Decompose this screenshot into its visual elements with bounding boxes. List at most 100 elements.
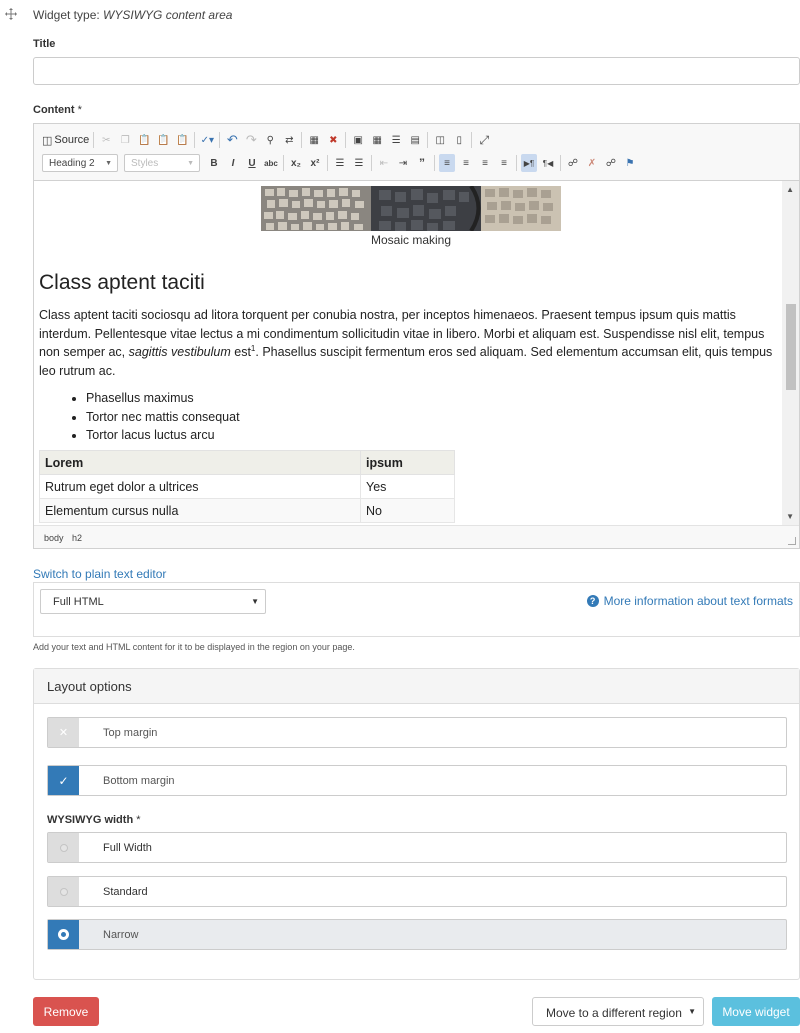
show-blocks-icon[interactable]: ◫ — [432, 131, 448, 149]
region-select[interactable]: Move to a different region ▼ — [532, 997, 704, 1026]
toolbar-row-2: Heading 2 ▼ Styles ▼ B I U abc x₂ x² ☰ ☰ ⇤… — [42, 153, 641, 173]
outdent-icon[interactable]: ⇤ — [376, 154, 392, 172]
paste-word-icon[interactable]: 📋 — [174, 131, 190, 149]
editor-toolbar: ◫ Source ✂ ❐ 📋 📋 📋 ✓▾ ↶ ↷ ⚲ ⇄ ▦ ✖ ▣ ▦ ☰ ▤… — [34, 124, 799, 181]
replace-icon[interactable]: ⇄ — [281, 131, 297, 149]
bottom-margin-label: Bottom margin — [103, 775, 175, 787]
template-icon[interactable]: ▤ — [407, 131, 423, 149]
ltr-icon[interactable]: ▶¶ — [521, 154, 537, 172]
redo-icon[interactable]: ↷ — [243, 131, 259, 149]
top-margin-toggle[interactable]: ✕ Top margin — [47, 717, 787, 748]
table-header: Lorem — [39, 450, 361, 475]
width-option-standard[interactable]: Standard — [47, 876, 787, 907]
image-icon[interactable]: ▣ — [350, 131, 366, 149]
select-all-icon[interactable]: ▦ — [306, 131, 322, 149]
styles-combo[interactable]: Styles ▼ — [124, 154, 200, 172]
align-center-icon[interactable]: ≡ — [458, 154, 474, 172]
italic-icon[interactable]: I — [225, 154, 241, 172]
bottom-margin-toggle[interactable]: ✓ Bottom margin — [47, 765, 787, 796]
paste-text-icon[interactable]: 📋 — [155, 131, 171, 149]
blockquote-icon[interactable]: ” — [414, 154, 430, 172]
check-icon: ✓ — [58, 773, 69, 788]
paste-icon[interactable]: 📋 — [136, 131, 152, 149]
move-arrows-icon[interactable] — [5, 8, 17, 22]
toolbar-separator — [471, 132, 473, 148]
list-item: Phasellus maximus — [86, 389, 240, 408]
toolbar-separator — [327, 155, 328, 171]
scroll-down-arrow-icon[interactable]: ▼ — [786, 512, 794, 521]
rtl-icon[interactable]: ¶◀ — [540, 154, 556, 172]
toolbar-separator — [301, 132, 303, 148]
width-option-narrow[interactable]: Narrow — [47, 919, 787, 950]
content-help-text: Add your text and HTML content for it to… — [33, 642, 355, 652]
table-icon[interactable]: ▦ — [369, 131, 385, 149]
table-row: Rutrum eget dolor a ultrices Yes — [39, 474, 455, 499]
checked-box: ✓ — [48, 766, 79, 795]
remove-button[interactable]: Remove — [33, 997, 99, 1026]
remove-format-icon[interactable]: ✖ — [325, 131, 341, 149]
cut-icon[interactable]: ✂ — [98, 131, 114, 149]
preview-icon[interactable]: ▯ — [451, 131, 467, 149]
title-label: Title — [33, 38, 56, 50]
strikethrough-icon[interactable]: abc — [263, 154, 279, 172]
layout-options-heading: Layout options — [34, 669, 799, 704]
width-option-label: Standard — [103, 886, 148, 898]
text-format-box: Full HTML ▼ ? More information about text… — [33, 582, 800, 637]
chevron-down-icon: ▼ — [251, 597, 259, 606]
scroll-up-arrow-icon[interactable]: ▲ — [786, 185, 794, 194]
numbered-list-icon[interactable]: ☰ — [332, 154, 348, 172]
link-icon[interactable]: ☍ — [565, 154, 581, 172]
move-widget-button[interactable]: Move widget — [712, 997, 800, 1026]
unlink-icon[interactable]: ✗ — [584, 154, 600, 172]
horizontal-rule-icon[interactable]: ☰ — [388, 131, 404, 149]
text-format-select[interactable]: Full HTML ▼ — [40, 589, 266, 614]
justify-icon[interactable]: ≡ — [496, 154, 512, 172]
undo-icon[interactable]: ↶ — [224, 131, 240, 149]
maximize-icon[interactable]: ⤢ — [476, 131, 492, 149]
spellcheck-icon[interactable]: ✓▾ — [199, 131, 215, 149]
radio-box — [48, 877, 79, 906]
align-right-icon[interactable]: ≡ — [477, 154, 493, 172]
toolbar-separator — [516, 155, 517, 171]
align-left-icon[interactable]: ≡ — [439, 154, 455, 172]
source-button[interactable]: ◫ Source — [42, 131, 89, 149]
wysiwyg-editor: ◫ Source ✂ ❐ 📋 📋 📋 ✓▾ ↶ ↷ ⚲ ⇄ ▦ ✖ ▣ ▦ ☰ ▤… — [33, 123, 800, 549]
bold-icon[interactable]: B — [206, 154, 222, 172]
styles-combo-value: Styles — [131, 157, 159, 169]
find-icon[interactable]: ⚲ — [262, 131, 278, 149]
flag-icon[interactable]: ⚑ — [622, 154, 638, 172]
toolbar-separator — [194, 132, 196, 148]
resize-grip-icon[interactable] — [788, 537, 796, 545]
subscript-icon[interactable]: x₂ — [288, 154, 304, 172]
unchecked-box: ✕ — [48, 718, 79, 747]
indent-icon[interactable]: ⇥ — [395, 154, 411, 172]
format-combo[interactable]: Heading 2 ▼ — [42, 154, 118, 172]
superscript-icon[interactable]: x² — [307, 154, 323, 172]
scroll-thumb[interactable] — [786, 304, 796, 390]
question-circle-icon: ? — [586, 595, 599, 607]
source-label: Source — [54, 134, 90, 146]
width-option-full[interactable]: Full Width — [47, 832, 787, 863]
content-table: Lorem ipsum Rutrum eget dolor a ultrices… — [39, 450, 455, 523]
text-format-value: Full HTML — [53, 596, 104, 608]
source-icon: ◫ — [42, 134, 53, 147]
bulleted-list-icon[interactable]: ☰ — [351, 154, 367, 172]
title-input[interactable] — [33, 57, 800, 85]
toolbar-separator — [93, 132, 95, 148]
para-text-2: est — [230, 345, 251, 359]
table-row: Elementum cursus nulla No — [39, 498, 455, 523]
anchor-link-icon[interactable]: ☍ — [603, 154, 619, 172]
path-crumb-h2[interactable]: h2 — [72, 533, 82, 543]
switch-plain-text-link[interactable]: Switch to plain text editor — [33, 567, 166, 581]
copy-icon[interactable]: ❐ — [117, 131, 133, 149]
toolbar-separator — [283, 155, 284, 171]
table-cell: No — [360, 498, 455, 523]
toolbar-separator — [427, 132, 429, 148]
radio-box — [48, 920, 79, 949]
more-info-link[interactable]: ? More information about text formats — [586, 594, 793, 608]
underline-icon[interactable]: U — [244, 154, 260, 172]
table-cell: Elementum cursus nulla — [39, 498, 361, 523]
editor-content-area[interactable]: Mosaic making Class aptent taciti Class … — [34, 181, 799, 525]
path-crumb-body[interactable]: body — [44, 533, 64, 543]
editor-scrollbar[interactable]: ▲ ▼ — [782, 181, 799, 525]
